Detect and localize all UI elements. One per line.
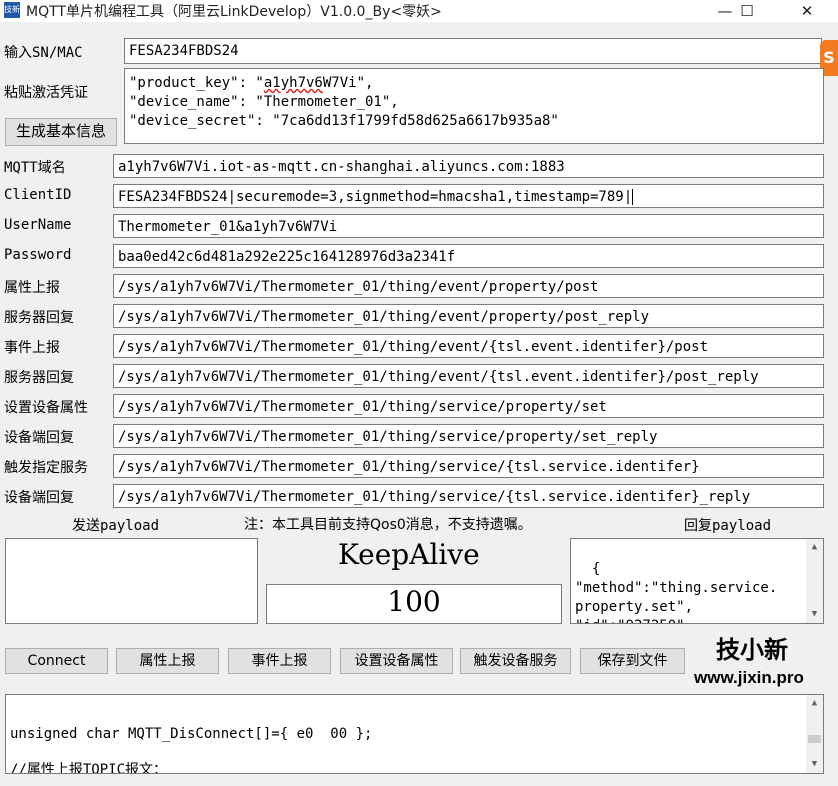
output-code-textarea[interactable]: unsigned char MQTT_DisConnect[]={ e0 00 … — [5, 694, 824, 774]
service-reply-topic-field[interactable]: /sys/a1yh7v6W7Vi/Thermometer_01/thing/se… — [113, 484, 824, 508]
scroll-up-icon[interactable]: ▲ — [806, 539, 823, 556]
app-logo-icon: 技新 — [4, 2, 20, 18]
sn-input[interactable]: FESA234FBDS24 — [124, 38, 822, 64]
generate-info-button[interactable]: 生成基本信息 — [5, 118, 117, 146]
scroll-down-icon[interactable]: ▼ — [806, 606, 823, 623]
output-code-text: unsigned char MQTT_DisConnect[]={ e0 00 … — [10, 726, 373, 774]
brand-name: 技小新 — [716, 635, 788, 664]
field-label: 设置设备属性 — [4, 400, 88, 416]
send-payload-textarea[interactable] — [5, 538, 258, 624]
field-label: UserName — [4, 217, 72, 233]
qos-note: 注：本工具目前支持Qos0消息，不支持遗嘱。 — [244, 517, 532, 533]
keepalive-label: KeepAlive — [338, 538, 480, 571]
title-bar: 技新 MQTT单片机编程工具（阿里云LinkDevelop）V1.0.0_By<… — [0, 0, 838, 22]
credentials-label: 粘贴激活凭证 — [4, 85, 88, 101]
save-file-button[interactable]: 保存到文件 — [580, 648, 685, 674]
field-label: 设备端回复 — [4, 430, 74, 446]
reply-payload-textarea[interactable]: { "method":"thing.service. property.set"… — [570, 538, 824, 624]
field-label: 触发指定服务 — [4, 460, 88, 476]
service-topic-field[interactable]: /sys/a1yh7v6W7Vi/Thermometer_01/thing/se… — [113, 454, 824, 478]
field-label: 事件上报 — [4, 340, 60, 356]
close-button[interactable]: ✕ — [784, 0, 830, 22]
send-payload-label: 发送payload — [72, 518, 160, 534]
reply-scrollbar[interactable]: ▲ ▼ — [806, 539, 823, 623]
reply-payload-label: 回复payload — [684, 518, 772, 534]
property-reply-topic-field[interactable]: /sys/a1yh7v6W7Vi/Thermometer_01/thing/ev… — [113, 304, 824, 328]
property-post-button[interactable]: 属性上报 — [116, 648, 219, 674]
field-label: ClientID — [4, 187, 72, 203]
set-property-topic-field[interactable]: /sys/a1yh7v6W7Vi/Thermometer_01/thing/se… — [113, 394, 824, 418]
reply-payload-text: { "method":"thing.service. property.set"… — [575, 561, 778, 623]
event-reply-topic-field[interactable]: /sys/a1yh7v6W7Vi/Thermometer_01/thing/ev… — [113, 364, 824, 388]
field-label: 服务器回复 — [4, 370, 74, 386]
field-label: 设备端回复 — [4, 490, 74, 506]
cred-line1-rest: W7Vi", — [322, 75, 374, 91]
password-field[interactable]: baa0ed42c6d481a292e225c164128976d3a2341f — [113, 244, 824, 268]
set-property-button[interactable]: 设置设备属性 — [340, 648, 453, 674]
brand-url: www.jixin.pro — [694, 668, 804, 687]
scroll-up-icon[interactable]: ▲ — [806, 695, 823, 712]
field-label: MQTT域名 — [4, 160, 66, 176]
output-scrollbar[interactable]: ▲ ▼ — [806, 695, 823, 773]
username-field[interactable]: Thermometer_01&a1yh7v6W7Vi — [113, 214, 824, 238]
credentials-textarea[interactable]: "product_key": "a1yh7v6W7Vi", "device_na… — [124, 68, 824, 144]
scroll-down-icon[interactable]: ▼ — [806, 756, 823, 773]
field-label: Password — [4, 247, 72, 263]
property-post-topic-field[interactable]: /sys/a1yh7v6W7Vi/Thermometer_01/thing/ev… — [113, 274, 824, 298]
trigger-service-button[interactable]: 触发设备服务 — [460, 648, 571, 674]
cred-line1-value: a1yh7v6 — [263, 75, 323, 91]
window-title: MQTT单片机编程工具（阿里云LinkDevelop）V1.0.0_By<零妖> — [26, 4, 442, 20]
mqtt-domain-field[interactable]: a1yh7v6W7Vi.iot-as-mqtt.cn-shanghai.aliy… — [113, 154, 824, 178]
sn-label: 输入SN/MAC — [4, 45, 83, 61]
client-id-field[interactable]: FESA234FBDS24|securemode=3,signmethod=hm… — [113, 184, 824, 208]
event-post-button[interactable]: 事件上报 — [228, 648, 331, 674]
connect-button[interactable]: Connect — [5, 648, 108, 674]
field-label: 属性上报 — [4, 280, 60, 296]
cred-line2: "device_name": "Thermometer_01", — [129, 94, 399, 110]
cred-line3: "device_secret": "7ca6dd13f1799fd58d625a… — [129, 113, 559, 129]
set-reply-topic-field[interactable]: /sys/a1yh7v6W7Vi/Thermometer_01/thing/se… — [113, 424, 824, 448]
field-label: 服务器回复 — [4, 310, 74, 326]
event-post-topic-field[interactable]: /sys/a1yh7v6W7Vi/Thermometer_01/thing/ev… — [113, 334, 824, 358]
cred-line1-key: "product_key": " — [129, 75, 264, 91]
maximize-button[interactable]: ☐ — [724, 0, 770, 22]
scroll-thumb[interactable] — [808, 735, 821, 743]
keepalive-input[interactable]: 100 — [266, 584, 562, 624]
